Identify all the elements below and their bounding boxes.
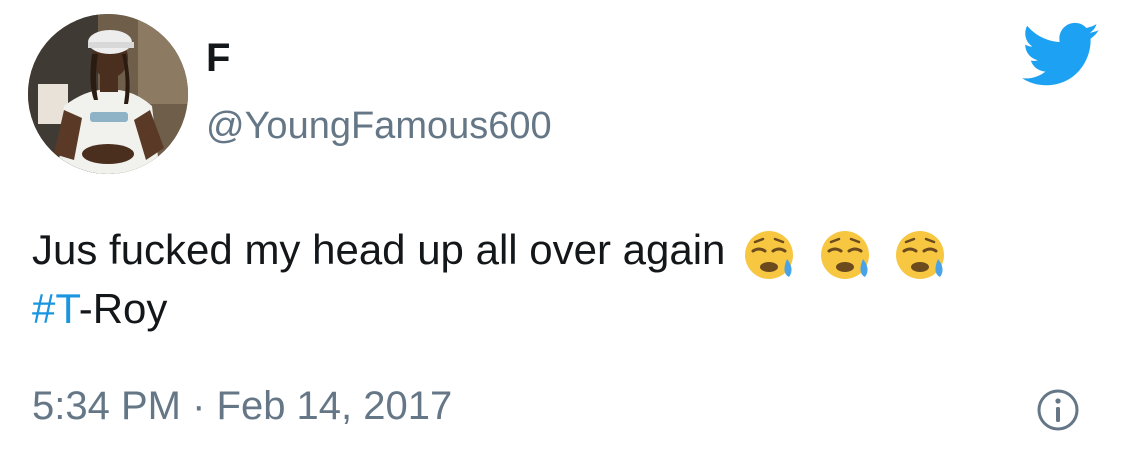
avatar[interactable] [28,14,188,174]
sad-relieved-face-icon [743,229,801,281]
tweet-timestamp[interactable]: 5:34 PM · Feb 14, 2017 [32,382,452,430]
sad-relieved-face-icon [894,229,952,281]
display-name[interactable]: F [206,36,230,80]
hashtag-link[interactable]: #T [32,285,79,332]
hashtag-suffix-text: -Roy [78,285,168,333]
sad-relieved-face-icon [819,229,877,281]
tweet-text: Jus fucked my head up all over again #T-… [32,222,1112,337]
tweet-card: F @YoungFamous600 Jus fucked my head up … [0,0,1142,456]
twitter-bird-icon[interactable] [1022,22,1100,88]
tweet-line-2: #T-Roy [32,281,1112,337]
user-handle[interactable]: @YoungFamous600 [206,104,552,148]
tweet-body-text: Jus fucked my head up all over again [32,226,726,273]
emoji-group [743,224,958,281]
avatar-photo [28,14,188,174]
info-icon[interactable] [1036,388,1080,432]
tweet-line-1: Jus fucked my head up all over again [32,222,1112,281]
